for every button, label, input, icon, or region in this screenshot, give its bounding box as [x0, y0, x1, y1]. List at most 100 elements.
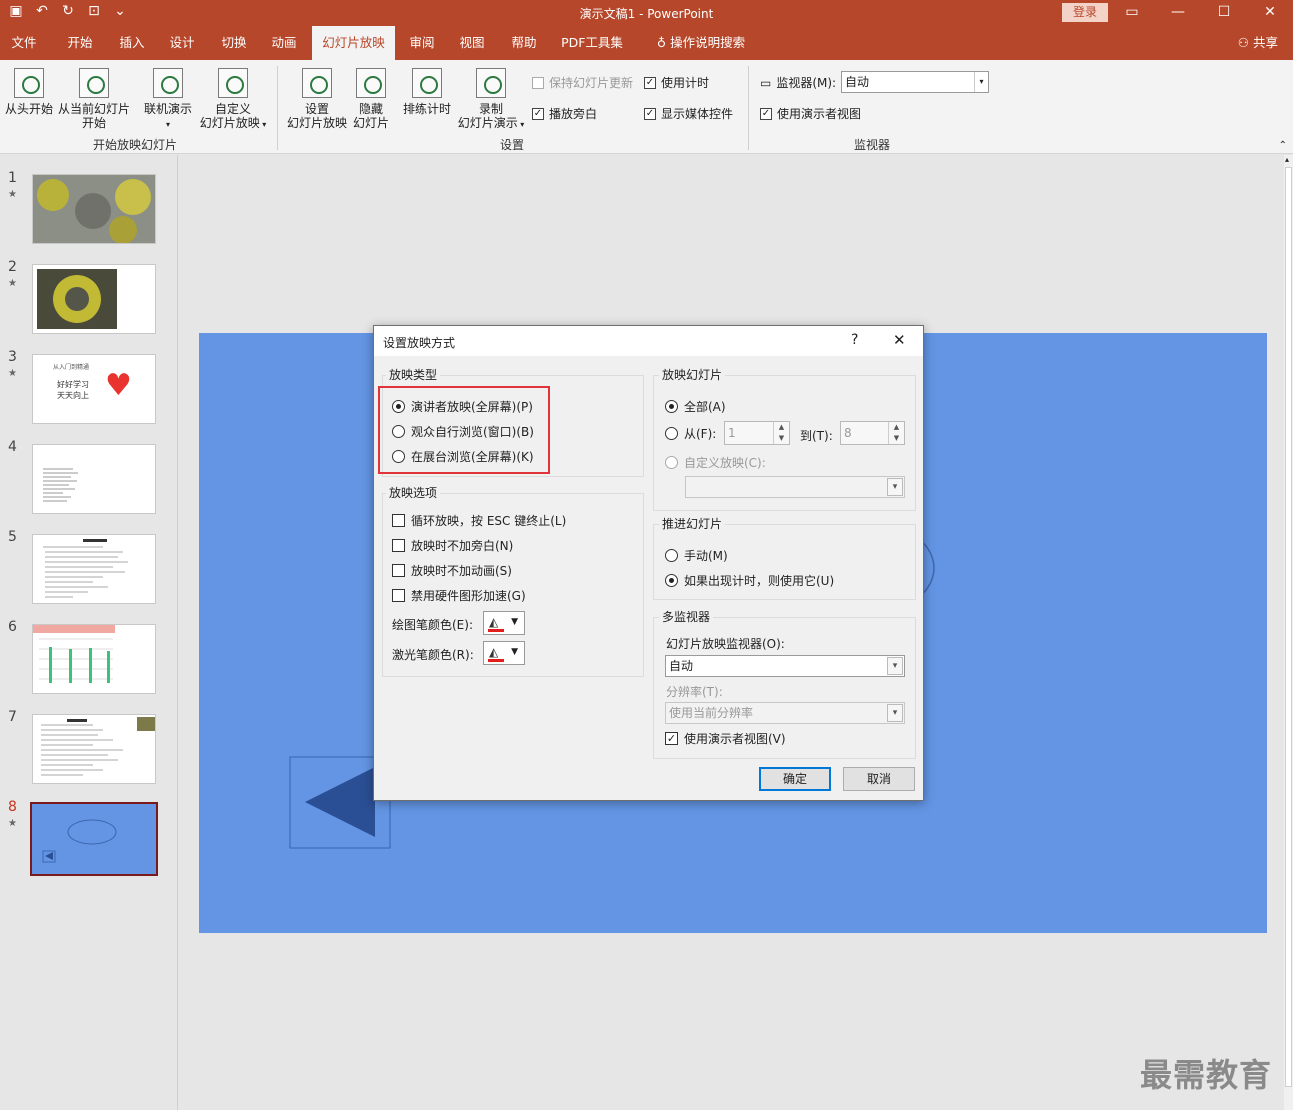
checkmark-icon: ✓: [644, 107, 656, 120]
from-current-button[interactable]: 从当前幻灯片 开始: [56, 68, 132, 130]
login-button[interactable]: 登录: [1062, 3, 1108, 22]
presenter-view-checkbox[interactable]: ✓ 使用演示者视图: [760, 105, 861, 122]
flower-image: [33, 175, 155, 243]
record-slideshow-button[interactable]: 录制 幻灯片演示 ▾: [454, 68, 528, 132]
close-icon[interactable]: ✕: [893, 331, 906, 349]
keep-updated-checkbox[interactable]: 保持幻灯片更新: [532, 74, 633, 91]
use-timings-checkbox[interactable]: ✓ 使用计时: [644, 74, 709, 91]
ribbon: 从头开始 从当前幻灯片 开始 联机演示 ▾ 自定义 幻灯片放映 ▾ 开始放映幻灯…: [0, 60, 1293, 154]
show-media-controls-checkbox[interactable]: ✓ 显示媒体控件: [644, 105, 733, 122]
all-slides-radio[interactable]: 全部(A): [665, 398, 726, 415]
pen-color-picker[interactable]: ◭ ▼: [483, 611, 525, 635]
checkbox-label: 循环放映，按 ESC 键终止(L): [411, 514, 567, 528]
custom-show-radio[interactable]: 自定义放映(C):: [665, 454, 766, 471]
scroll-thumb[interactable]: [1285, 167, 1292, 1087]
tab-design[interactable]: 设计: [160, 26, 204, 60]
use-presenter-view-checkbox[interactable]: ✓ 使用演示者视图(V): [665, 730, 786, 747]
close-window-icon[interactable]: ✕: [1247, 0, 1293, 26]
spinner-value: 8: [844, 426, 852, 440]
scroll-up-icon[interactable]: ▴: [1285, 155, 1289, 164]
resolution-select[interactable]: 使用当前分辨率 ▾: [665, 702, 905, 724]
spinner-arrows-icon[interactable]: ▲ ▼: [773, 422, 789, 444]
setup-slideshow-button[interactable]: 设置 幻灯片放映: [286, 68, 348, 130]
to-slide-spinner[interactable]: 8 ▲ ▼: [840, 421, 905, 445]
maximize-icon[interactable]: ☐: [1201, 0, 1247, 26]
paint-bucket-icon: ◭: [489, 645, 499, 659]
loop-checkbox[interactable]: 循环放映，按 ESC 键终止(L): [392, 512, 566, 529]
checkmark-icon: ✓: [665, 732, 678, 745]
custom-slideshow-button[interactable]: 自定义 幻灯片放映 ▾: [196, 68, 270, 132]
cloud-arrow-image: [42, 819, 117, 863]
share-label: 共享: [1252, 35, 1278, 50]
hide-slide-button[interactable]: 隐藏 幻灯片: [350, 68, 392, 130]
radio-unselected: [665, 549, 678, 562]
no-animation-checkbox[interactable]: 放映时不加动画(S): [392, 562, 512, 579]
slide-thumbnail-1[interactable]: [32, 174, 156, 244]
slide-number: 4: [8, 439, 17, 455]
ok-button[interactable]: 确定: [759, 767, 831, 791]
from-slide-spinner[interactable]: 1 ▲ ▼: [724, 421, 790, 445]
tab-transitions[interactable]: 切换: [212, 26, 256, 60]
disable-hw-accel-checkbox[interactable]: 禁用硬件图形加速(G): [392, 587, 526, 604]
color-swatch: [488, 659, 504, 662]
tab-view[interactable]: 视图: [450, 26, 494, 60]
manual-advance-radio[interactable]: 手动(M): [665, 547, 728, 564]
dropdown-arrow-icon: ▾: [517, 120, 525, 129]
watermark: 最需教育: [1140, 1056, 1273, 1094]
slide-thumbnail-4[interactable]: [32, 444, 156, 514]
laser-color-picker[interactable]: ◭ ▼: [483, 641, 525, 665]
advance-slides-legend: 推进幻灯片: [659, 515, 726, 532]
monitor-select[interactable]: 自动 ▾: [841, 71, 989, 93]
slideshow-monitor-label: 幻灯片放映监视器(O):: [666, 637, 785, 651]
play-narration-checkbox[interactable]: ✓ 播放旁白: [532, 105, 597, 122]
tab-animations[interactable]: 动画: [262, 26, 306, 60]
slide-thumbnail-6[interactable]: [32, 624, 156, 694]
slide-number: 2: [8, 259, 17, 275]
use-timings-radio[interactable]: 如果出现计时，则使用它(U): [665, 572, 834, 589]
slide-thumbnail-3[interactable]: 从入门到精通 好好学习 天天向上 ♥: [32, 354, 156, 424]
slide-transition-star: ★: [8, 189, 17, 200]
from-start-button[interactable]: 从头开始: [4, 68, 54, 116]
ribbon-display-icon[interactable]: ▭: [1109, 0, 1155, 26]
paint-bucket-icon: ◭: [489, 615, 499, 629]
group-separator: [748, 66, 749, 150]
tab-file[interactable]: 文件: [4, 26, 44, 60]
help-icon[interactable]: ?: [851, 332, 858, 348]
slide-thumbnail-5[interactable]: [32, 534, 156, 604]
rehearse-timings-button[interactable]: 排练计时: [400, 68, 454, 116]
setup-slideshow-icon: [302, 68, 332, 98]
slide-thumbnail-8[interactable]: [30, 802, 158, 876]
tab-insert[interactable]: 插入: [110, 26, 154, 60]
slide-thumbnail-7[interactable]: [32, 714, 156, 784]
custom-show-select[interactable]: ▾: [685, 476, 905, 498]
tab-review[interactable]: 审阅: [400, 26, 444, 60]
text-image: [41, 717, 155, 776]
flower-image: [37, 269, 117, 329]
color-swatch: [488, 629, 504, 632]
show-type-legend: 放映类型: [386, 366, 441, 383]
collapse-ribbon-icon[interactable]: ⌃: [1279, 140, 1287, 151]
present-online-button[interactable]: 联机演示 ▾: [142, 68, 194, 132]
slide-thumbnail-2[interactable]: [32, 264, 156, 334]
minimize-icon[interactable]: —: [1155, 0, 1201, 26]
checkbox-label: 禁用硬件图形加速(G): [411, 589, 526, 603]
tell-me-search[interactable]: ♁ 操作说明搜索: [646, 26, 756, 60]
dropdown-arrow-icon: ▾: [165, 120, 170, 129]
monitor-select-value: 自动: [845, 75, 870, 89]
tab-help[interactable]: 帮助: [502, 26, 546, 60]
from-slide-radio[interactable]: 从(F):: [665, 425, 716, 442]
slideshow-monitor-select[interactable]: 自动 ▾: [665, 655, 905, 677]
slide-number: 5: [8, 529, 17, 545]
spinner-arrows-icon[interactable]: ▲ ▼: [888, 422, 904, 444]
cancel-button[interactable]: 取消: [843, 767, 915, 791]
vertical-scrollbar[interactable]: ▴: [1284, 155, 1293, 1110]
tab-pdf-tools[interactable]: PDF工具集: [556, 26, 628, 60]
checkbox-box: [392, 589, 405, 602]
hide-label-1: 隐藏: [358, 102, 383, 116]
tab-slideshow[interactable]: 幻灯片放映: [312, 26, 395, 60]
checkbox-box: [392, 514, 405, 527]
checkbox-box: [532, 76, 544, 89]
share-button[interactable]: ⚇ 共享: [1238, 26, 1278, 60]
tab-home[interactable]: 开始: [58, 26, 102, 60]
no-narration-checkbox[interactable]: 放映时不加旁白(N): [392, 537, 513, 554]
